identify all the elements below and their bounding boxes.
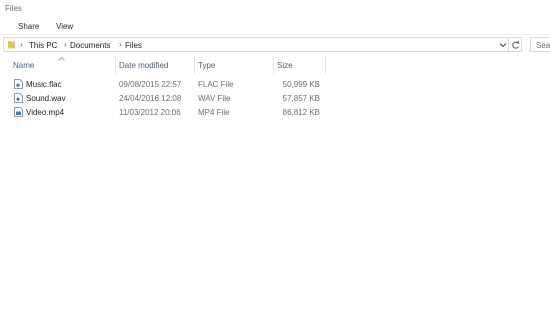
sort-ascending-icon (58, 57, 65, 61)
address-bar[interactable]: › This PC › Documents › Files (3, 37, 509, 52)
column-date-label: Date modified (119, 61, 169, 70)
column-date-modified[interactable]: Date modified (116, 56, 195, 74)
file-type: MP4 File (198, 108, 230, 117)
audio-file-icon (14, 93, 23, 103)
file-row-video[interactable]: Video.mp4 11/03/2012 20:06 MP4 File 86,8… (8, 105, 326, 119)
refresh-button[interactable] (509, 37, 522, 52)
column-type-label: Type (198, 61, 216, 70)
column-header: Name Date modified Type Size (0, 56, 550, 74)
search-placeholder: Search Files (536, 41, 550, 50)
file-name: Music.flac (26, 80, 62, 89)
file-type: WAV File (198, 94, 231, 103)
file-name: Video.mp4 (26, 108, 65, 117)
tab-view[interactable]: View (56, 22, 73, 31)
file-row-music[interactable]: Music.flac 09/08/2015 22:57 FLAC File 50… (8, 77, 326, 91)
file-size: 86,812 KB (282, 108, 320, 117)
column-name-label: Name (13, 61, 35, 70)
chevron-right-icon[interactable]: › (20, 40, 23, 49)
chevron-right-icon[interactable]: › (64, 40, 67, 49)
chevron-down-icon[interactable] (498, 39, 508, 51)
search-input[interactable]: Search Files (530, 37, 550, 52)
breadcrumb-this-pc[interactable]: This PC (29, 41, 57, 50)
file-row-sound[interactable]: Sound.wav 24/04/2016 12:08 WAV File 57,8… (8, 91, 326, 105)
video-file-icon (14, 107, 23, 117)
title-bar: Files (0, 0, 550, 17)
window-title: Files (5, 4, 22, 13)
file-date: 09/08/2015 22:57 (119, 80, 182, 89)
file-type: FLAC File (198, 80, 234, 89)
audio-file-icon (14, 79, 23, 89)
column-type[interactable]: Type (195, 56, 274, 74)
column-size-label: Size (277, 61, 293, 70)
column-size[interactable]: Size (274, 56, 326, 74)
file-name: Sound.wav (26, 94, 66, 103)
chevron-right-icon[interactable]: › (119, 40, 122, 49)
file-size: 50,999 KB (282, 80, 320, 89)
refresh-icon (512, 40, 519, 49)
ribbon: Share View (0, 17, 550, 35)
column-divider[interactable] (325, 56, 326, 74)
file-date: 11/03/2012 20:06 (119, 108, 181, 117)
breadcrumb-documents[interactable]: Documents (70, 41, 110, 50)
file-date: 24/04/2016 12:08 (119, 94, 182, 103)
navigation-bar: › This PC › Documents › Files Search Fil… (0, 35, 550, 54)
file-size: 57,857 KB (282, 94, 320, 103)
tab-share[interactable]: Share (18, 22, 39, 31)
breadcrumb-files[interactable]: Files (125, 41, 142, 50)
folder-icon (8, 41, 15, 49)
